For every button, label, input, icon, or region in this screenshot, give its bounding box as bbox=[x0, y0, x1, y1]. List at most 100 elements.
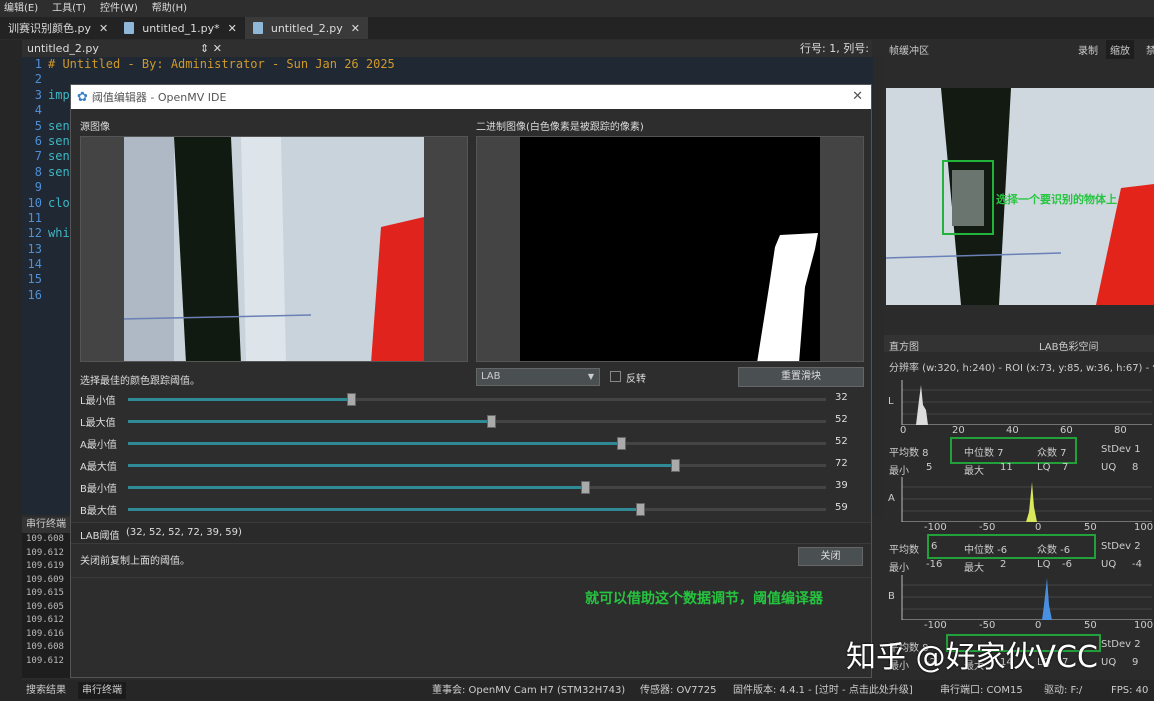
serial-line: 109.612 bbox=[26, 655, 74, 669]
menu-help[interactable]: 帮助(H) bbox=[152, 0, 187, 17]
threshold-value[interactable]: (32, 52, 52, 72, 39, 59) bbox=[126, 527, 242, 538]
frame-buffer-panel: 帧缓冲区 录制 缩放 禁 选择一个要识别的物体上 直方图 LAB色彩空间 分辨率… bbox=[884, 40, 1154, 680]
tab-label: 训赛识别颜色.py bbox=[8, 20, 91, 36]
slider-thumb[interactable] bbox=[347, 393, 356, 406]
dialog-title-bar: ✿ 阈值编辑器 - OpenMV IDE ✕ bbox=[71, 85, 871, 109]
serial-terminal-output[interactable]: 109.608109.612109.619109.609109.615109.6… bbox=[22, 533, 74, 678]
slider-track[interactable] bbox=[128, 464, 826, 467]
record-button[interactable]: 录制 bbox=[1078, 42, 1098, 57]
code-text: # Untitled - By: Administrator - Sun Jan… bbox=[48, 57, 395, 72]
stat-mean: 平均数 8 bbox=[889, 444, 929, 459]
tick: 80 bbox=[1114, 425, 1127, 436]
stat-uq-label: UQ bbox=[1101, 559, 1116, 570]
status-sensor: 传感器: OV7725 bbox=[640, 680, 717, 701]
tab-file-1[interactable]: untitled_1.py* ✕ bbox=[116, 17, 245, 39]
tab-file-2[interactable]: untitled_2.py✕ bbox=[245, 17, 368, 39]
stat-mean-label: 平均数 bbox=[889, 541, 919, 556]
histogram-title: 直方图 bbox=[889, 338, 919, 353]
close-icon[interactable]: ✕ bbox=[99, 22, 108, 35]
frame-buffer-image[interactable]: 选择一个要识别的物体上 bbox=[886, 88, 1154, 305]
status-firmware[interactable]: 固件版本: 4.4.1 - [过时 - 点击此处升级] bbox=[733, 680, 913, 701]
close-icon[interactable]: ✕ bbox=[351, 22, 360, 35]
serial-line: 109.612 bbox=[26, 547, 74, 561]
line-number: 8 bbox=[22, 165, 42, 180]
colorspace-select[interactable]: LAB▼ bbox=[476, 368, 600, 386]
openmv-logo-icon: ✿ bbox=[77, 90, 88, 105]
status-port: 串行端口: COM15 bbox=[940, 680, 1023, 701]
slider-track[interactable] bbox=[128, 508, 826, 511]
tab-file-0[interactable]: 训赛识别颜色.py ✕ bbox=[0, 17, 116, 39]
slider-track[interactable] bbox=[128, 398, 826, 401]
tab-serial-terminal[interactable]: 串行终端 bbox=[78, 682, 126, 699]
serial-terminal-title: 串行终端 bbox=[22, 517, 74, 533]
dialog-title: 阈值编辑器 - OpenMV IDE bbox=[92, 89, 227, 105]
invert-checkbox[interactable] bbox=[610, 371, 621, 382]
serial-line: 109.615 bbox=[26, 587, 74, 601]
tick: -100 bbox=[924, 620, 947, 631]
status-board: 董事会: OpenMV Cam H7 (STM32H743) bbox=[432, 680, 625, 701]
disable-button[interactable]: 禁 bbox=[1146, 42, 1154, 57]
slider-value: 59 bbox=[835, 502, 848, 513]
stat-max: 11 bbox=[1000, 462, 1013, 473]
status-drive: 驱动: F:/ bbox=[1044, 680, 1082, 701]
stat-min: -16 bbox=[926, 559, 942, 570]
serial-line: 109.609 bbox=[26, 574, 74, 588]
tab-search-results[interactable]: 搜索结果 bbox=[26, 680, 66, 701]
editor-file-name[interactable]: untitled_2.py bbox=[27, 42, 99, 55]
close-icon[interactable]: ✕ bbox=[852, 89, 863, 104]
tab-label: untitled_1.py* bbox=[142, 22, 219, 35]
stat-min-label: 最小 bbox=[889, 559, 909, 574]
file-icon bbox=[124, 22, 134, 34]
slider-track[interactable] bbox=[128, 486, 826, 489]
file-switch-icon[interactable]: ⇕ ✕ bbox=[200, 40, 222, 57]
serial-line: 109.612 bbox=[26, 614, 74, 628]
slider-thumb[interactable] bbox=[617, 437, 626, 450]
menu-edit[interactable]: 编辑(E) bbox=[4, 0, 38, 17]
threshold-label: LAB阈值 bbox=[80, 527, 120, 542]
binary-image bbox=[476, 136, 864, 362]
histogram-info: 分辨率 (w:320, h:240) - ROI (x:73, y:85, w:… bbox=[889, 359, 1154, 374]
close-button[interactable]: 关闭 bbox=[798, 547, 863, 566]
reset-sliders-button[interactable]: 重置滑块 bbox=[738, 367, 864, 387]
serial-line: 109.608 bbox=[26, 533, 74, 547]
histogram-l-peak bbox=[916, 385, 928, 425]
tick: 0 bbox=[1035, 620, 1041, 631]
menu-tools[interactable]: 工具(T) bbox=[52, 0, 86, 17]
editor-scrollbar[interactable] bbox=[873, 57, 884, 517]
menu-widgets[interactable]: 控件(W) bbox=[100, 0, 138, 17]
slider-value: 52 bbox=[835, 436, 848, 447]
histogram-a-axis-label: A bbox=[888, 493, 895, 504]
slider-thumb[interactable] bbox=[581, 481, 590, 494]
code-text: clo bbox=[48, 196, 70, 211]
editor-header: untitled_2.py ⇕ ✕ 行号: 1, 列号: 1 bbox=[22, 40, 872, 57]
close-icon[interactable]: ✕ bbox=[228, 22, 237, 35]
tick: 60 bbox=[1060, 425, 1073, 436]
zoom-button[interactable]: 缩放 bbox=[1106, 40, 1134, 59]
stat-uq: 8 bbox=[1132, 462, 1138, 473]
slider-thumb[interactable] bbox=[636, 503, 645, 516]
tick: 40 bbox=[1006, 425, 1019, 436]
stat-uq: 9 bbox=[1132, 657, 1138, 668]
code-text: sen bbox=[48, 165, 70, 180]
slider-label: B最大值 bbox=[80, 502, 117, 517]
menu-bar: 编辑(E) 工具(T) 控件(W) 帮助(H) bbox=[0, 0, 1154, 17]
slider-thumb[interactable] bbox=[671, 459, 680, 472]
histogram-a-peak bbox=[1026, 482, 1037, 522]
slider-track[interactable] bbox=[128, 420, 826, 423]
slider-thumb[interactable] bbox=[487, 415, 496, 428]
tick: -50 bbox=[979, 620, 995, 631]
file-icon bbox=[253, 22, 263, 34]
annotation-text: 就可以借助这个数据调节，阈值编译器 bbox=[585, 588, 823, 608]
slider-label: B最小值 bbox=[80, 480, 117, 495]
code-text: sen bbox=[48, 119, 70, 134]
tick: -100 bbox=[924, 522, 947, 533]
line-number: 6 bbox=[22, 134, 42, 149]
slider-value: 32 bbox=[835, 392, 848, 403]
tick: 100 bbox=[1134, 620, 1153, 631]
line-number: 9 bbox=[22, 180, 42, 195]
slider-track[interactable] bbox=[128, 442, 826, 445]
tick: 100 bbox=[1134, 522, 1153, 533]
line-number: 5 bbox=[22, 119, 42, 134]
threshold-editor-dialog: ✿ 阈值编辑器 - OpenMV IDE ✕ 源图像 二进制图像(白色像素是被跟… bbox=[70, 84, 872, 678]
stat-max: 2 bbox=[1000, 559, 1006, 570]
